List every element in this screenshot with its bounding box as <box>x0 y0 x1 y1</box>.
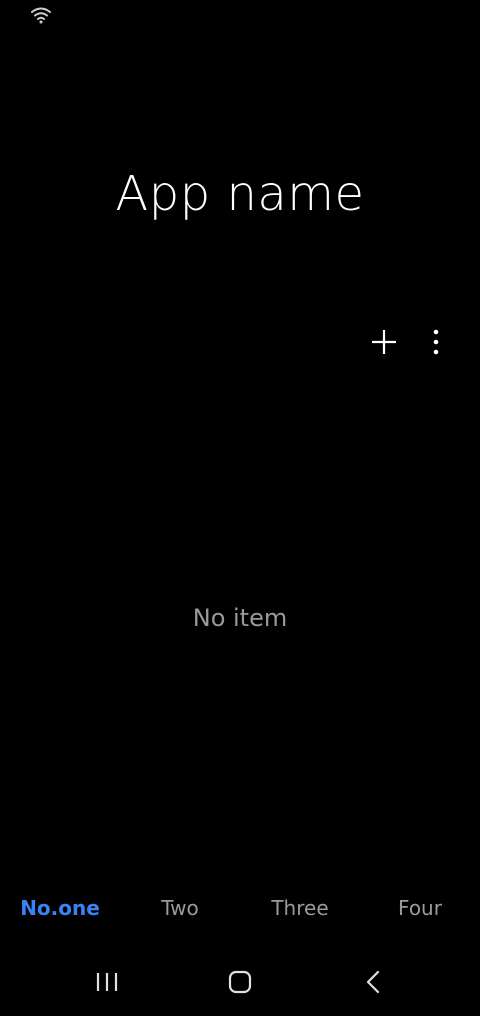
plus-icon <box>372 330 396 354</box>
tab-four[interactable]: Four <box>360 886 480 930</box>
system-nav-bar <box>0 952 480 1012</box>
tab-two[interactable]: Two <box>120 886 240 930</box>
tab-no-one[interactable]: No.one <box>0 886 120 930</box>
tab-three[interactable]: Three <box>240 886 360 930</box>
home-button[interactable] <box>210 952 270 1012</box>
more-vertical-icon <box>433 329 439 355</box>
back-button[interactable] <box>343 952 403 1012</box>
more-options-button[interactable] <box>416 322 456 362</box>
recents-icon <box>96 973 117 991</box>
wifi-icon <box>31 7 51 24</box>
app-screen: App name No item No.one Two Three Four <box>0 0 480 1016</box>
app-title: App name <box>115 166 365 222</box>
back-icon <box>367 970 380 994</box>
recents-button[interactable] <box>77 952 137 1012</box>
add-button[interactable] <box>364 322 404 362</box>
empty-state-text: No item <box>192 604 288 632</box>
bottom-tabs: No.one Two Three Four <box>0 886 480 930</box>
toolbar <box>364 322 456 362</box>
home-icon <box>228 970 252 994</box>
status-bar <box>0 0 480 30</box>
